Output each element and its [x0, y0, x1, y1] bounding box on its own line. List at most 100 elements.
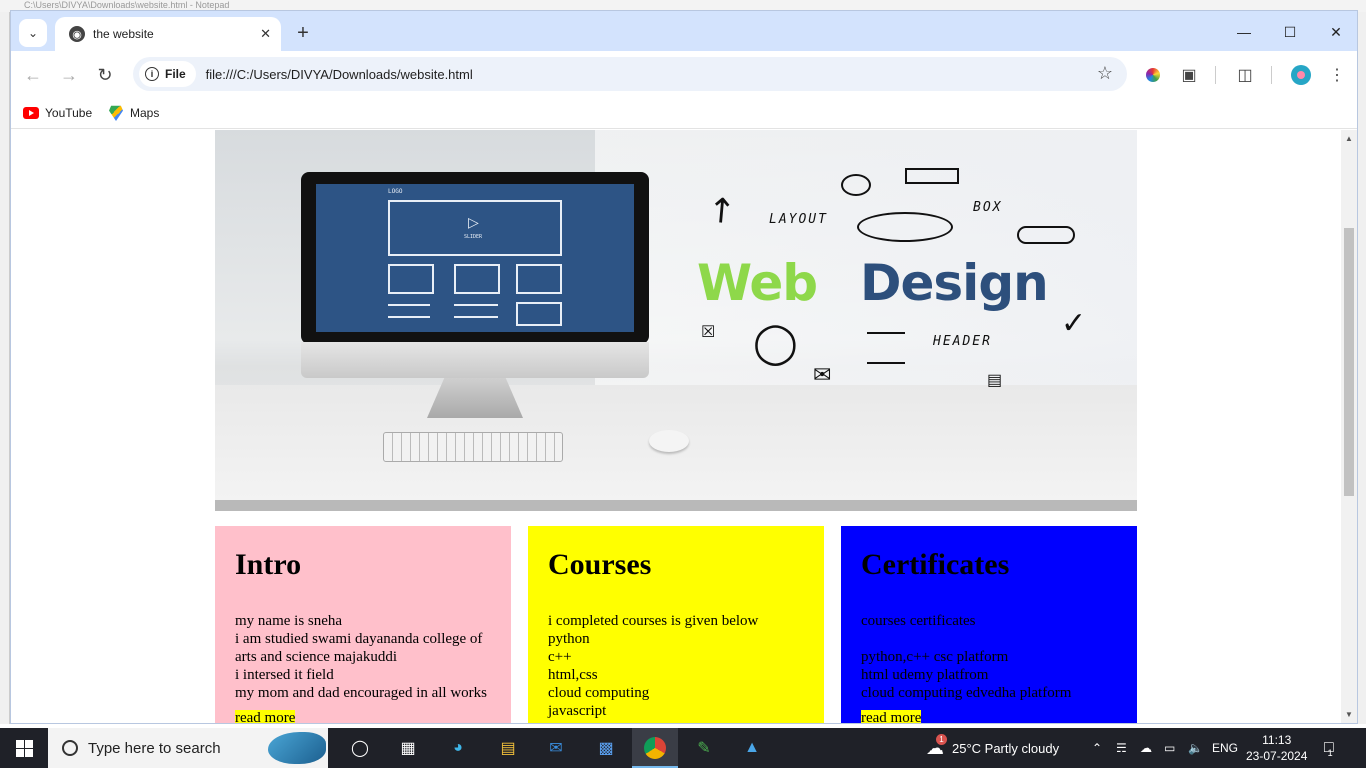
sketch-header-label: HEADER — [933, 334, 992, 349]
card-text-line: i intersed it field — [235, 667, 334, 683]
forward-button[interactable]: → — [57, 63, 81, 87]
toolbar-divider — [1215, 66, 1216, 84]
color-extension-icon[interactable] — [1141, 63, 1165, 87]
card-title: Intro — [235, 548, 302, 581]
card-text-line: c++ — [548, 649, 572, 665]
browser-window: ⌄ ◉ the website ✕ + — ☐ ✕ ← → ↻ i File f… — [10, 10, 1358, 724]
wireframe-image-box — [454, 264, 500, 294]
site-info-chip[interactable]: i File — [139, 61, 196, 87]
play-icon: ▷ — [468, 214, 479, 230]
wireframe-image-box — [388, 264, 434, 294]
tab-active[interactable]: ◉ the website ✕ — [55, 17, 281, 51]
chrome-icon[interactable] — [641, 734, 669, 762]
clock-time: 11:13 — [1262, 733, 1292, 747]
photos-icon[interactable]: ▲ — [738, 734, 766, 762]
card-text-line: python — [548, 631, 590, 647]
mail-icon[interactable]: ✉ — [542, 734, 570, 762]
url-text[interactable]: file:///C:/Users/DIVYA/Downloads/website… — [206, 67, 473, 82]
card-text-line: i am studied swami dayananda college of — [235, 631, 483, 647]
weather-badge: 1 — [936, 733, 947, 745]
keyboard-illustration — [383, 432, 563, 462]
sketch-box-label: BOX — [973, 200, 1003, 215]
bookmark-youtube[interactable]: YouTube — [23, 103, 92, 123]
weather-text: 25°C Partly cloudy — [952, 740, 1060, 756]
maps-icon — [109, 105, 123, 121]
wireframe-text-lines — [388, 304, 430, 318]
monitor-screen: LOGO SLIDER ▷ — [316, 184, 634, 332]
new-tab-button[interactable]: + — [291, 21, 315, 45]
extensions-puzzle-icon[interactable]: ▣ — [1177, 63, 1201, 87]
reading-mode-icon[interactable]: ◫ — [1233, 63, 1257, 87]
bookmark-label: Maps — [130, 106, 160, 120]
browser-toolbar: ← → ↻ i File file:///C:/Users/DIVYA/Down… — [11, 51, 1357, 97]
minimize-button[interactable]: — — [1221, 19, 1267, 45]
chevron-down-icon: ⌄ — [27, 26, 39, 40]
maximize-button[interactable]: ☐ — [1267, 19, 1313, 45]
bookmark-label: YouTube — [45, 106, 93, 120]
language-indicator[interactable]: ENG — [1212, 728, 1238, 768]
certificates-card: Certificates courses certificates python… — [841, 526, 1137, 723]
close-window-button[interactable]: ✕ — [1313, 19, 1359, 45]
reload-button[interactable]: ↻ — [93, 63, 117, 87]
wireframe-logo-label: LOGO — [388, 188, 403, 195]
envelope-icon: ✉ — [813, 362, 832, 387]
profile-avatar[interactable] — [1289, 63, 1313, 87]
show-hidden-icons-chevron[interactable]: ⌃ — [1092, 728, 1102, 768]
background-window-title: C:\Users\DIVYA\Downloads\website.html - … — [24, 0, 230, 10]
card-text-line: javascript — [548, 703, 607, 719]
address-bar[interactable]: i File file:///C:/Users/DIVYA/Downloads/… — [133, 57, 1127, 91]
hero-banner-image: LOGO SLIDER ▷ LAYOUT BOX HEADER ↗ ✓ ◯ ✉ … — [215, 130, 1137, 511]
notepad-plus-icon[interactable]: ✎ — [690, 734, 718, 762]
search-highlight-dolphin-icon — [268, 732, 326, 764]
wireframe-slider-label: SLIDER — [464, 234, 483, 240]
scrollbar-thumb[interactable] — [1344, 228, 1354, 496]
wireframe-text-lines — [454, 304, 498, 318]
cortana-circle-icon[interactable]: ◯ — [346, 734, 374, 762]
bookmark-maps[interactable]: Maps — [109, 103, 159, 123]
card-title: Certificates — [861, 548, 1010, 581]
site-chip-label: File — [165, 67, 186, 81]
background-window-edge — [0, 12, 10, 724]
document-doodle-icon: ▤ — [987, 372, 1003, 389]
courses-card: Courses i completed courses is given bel… — [528, 526, 824, 723]
edge-browser-icon[interactable]: ◕ — [444, 734, 472, 762]
clock[interactable]: 11:13 23-07-2024 — [1246, 728, 1307, 768]
scroll-up-arrow-icon[interactable]: ▲ — [1345, 134, 1353, 143]
wifi-icon[interactable]: ☴ — [1116, 728, 1127, 768]
web-word: Web — [697, 254, 818, 312]
close-tab-icon[interactable]: ✕ — [260, 26, 271, 42]
volume-icon[interactable]: 🔈 — [1188, 728, 1203, 768]
monitor-stand — [427, 378, 523, 418]
weather-cloud-icon: ☁ 1 — [926, 733, 947, 759]
back-button[interactable]: ← — [21, 63, 45, 87]
button-oval-doodle — [857, 212, 953, 242]
bookmark-star-icon[interactable]: ☆ — [1097, 63, 1113, 84]
page-scrollbar[interactable]: ▲ ▼ — [1341, 130, 1357, 723]
card-title: Courses — [548, 548, 652, 581]
search-icon — [62, 740, 78, 756]
windows-start-icon[interactable] — [16, 740, 33, 757]
task-view-icon[interactable]: ▦ — [394, 734, 422, 762]
card-text-spacer — [861, 630, 1117, 648]
card-text-line: courses certificates — [861, 613, 976, 629]
card-text-line: cloud computing — [548, 685, 650, 701]
card-text-line: html udemy platfrom — [861, 667, 989, 683]
close-box-doodle-icon: ☒ — [701, 324, 716, 341]
read-more-button[interactable]: read more — [861, 710, 922, 723]
tab-search-button[interactable]: ⌄ — [19, 19, 47, 47]
menu-kebab-icon[interactable]: ⋮ — [1325, 63, 1349, 87]
weather-widget[interactable]: ☁ 1 25°C Partly cloudy — [926, 728, 1059, 768]
card-text-line: i completed courses is given below — [548, 613, 759, 629]
notification-center-icon[interactable]: □ 1 — [1324, 728, 1334, 768]
card-text-line: cloud computing edvedha platform — [861, 685, 1072, 701]
windows-taskbar: Type here to search ◯ ▦ ◕ ▤ ✉ ▩ ✎ ▲ ☁ 1 2… — [0, 728, 1366, 768]
file-explorer-icon[interactable]: ▤ — [494, 734, 522, 762]
read-more-button[interactable]: read more — [235, 710, 296, 723]
wireframe-image-box — [516, 264, 562, 294]
onedrive-icon[interactable]: ☁ — [1140, 728, 1152, 768]
page-viewport: LOGO SLIDER ▷ LAYOUT BOX HEADER ↗ ✓ ◯ ✉ … — [11, 130, 1341, 723]
store-icon[interactable]: ▩ — [592, 734, 620, 762]
mouse-illustration — [649, 430, 689, 452]
battery-icon[interactable]: ▭ — [1164, 728, 1175, 768]
scroll-down-arrow-icon[interactable]: ▼ — [1345, 710, 1353, 719]
